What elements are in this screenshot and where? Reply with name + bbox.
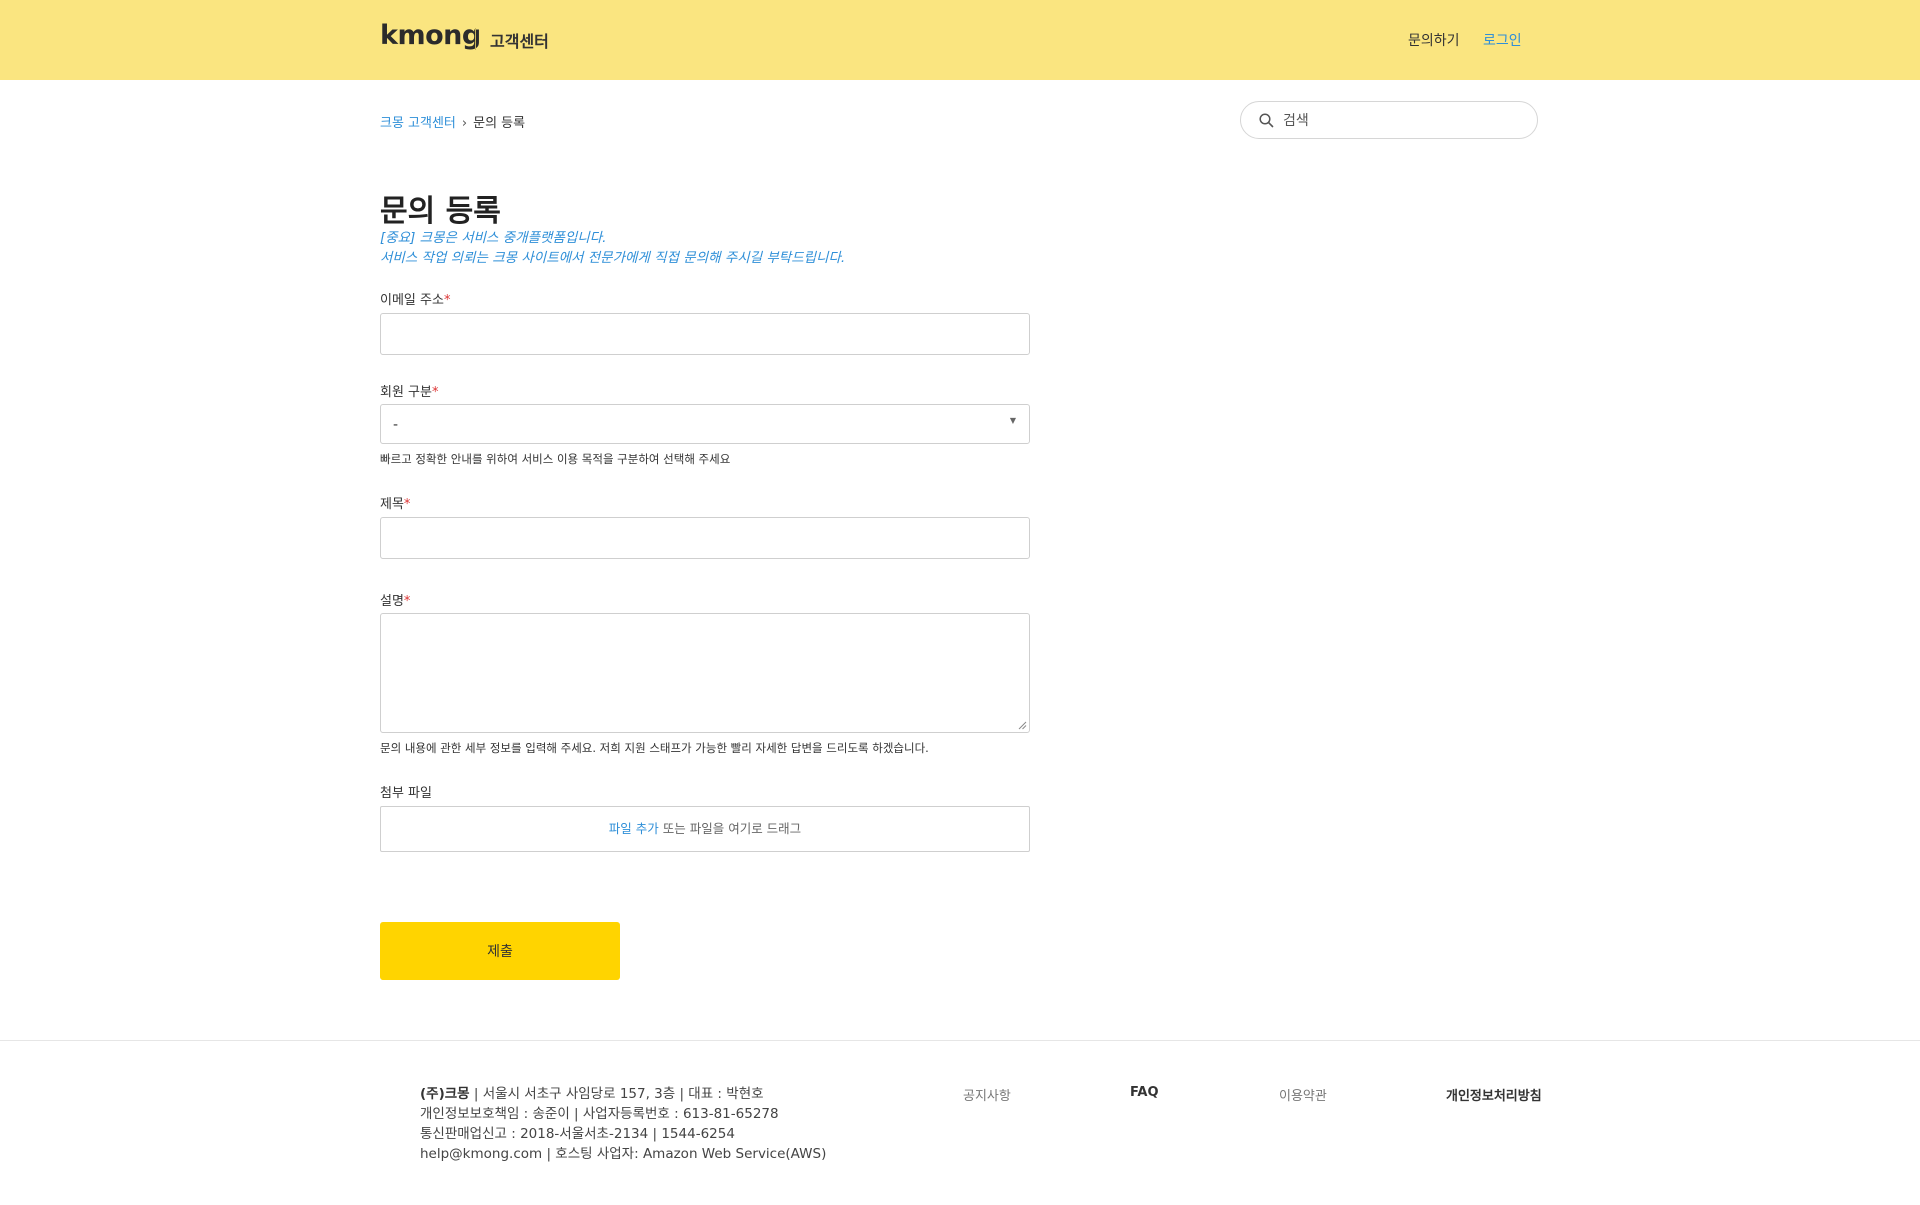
page-title: 문의 등록 xyxy=(380,194,501,229)
search-icon xyxy=(1259,113,1274,128)
footer-line-1: (주)크몽 | 서울시 서초구 사임당로 157, 3층 | 대표 : 박현호 xyxy=(420,1084,826,1104)
submit-button[interactable]: 제출 xyxy=(380,922,620,980)
chevron-right-icon: › xyxy=(461,116,468,131)
footer-line-1-rest: | 서울시 서초구 사임당로 157, 3층 | 대표 : 박현호 xyxy=(469,1086,764,1102)
required-mark: * xyxy=(443,293,451,308)
nav-login-link[interactable]: 로그인 xyxy=(1483,30,1522,50)
member-type-label-text: 회원 구분 xyxy=(380,385,432,400)
subject-label-text: 제목 xyxy=(380,497,404,512)
description-hint: 문의 내용에 관한 세부 정보를 입력해 주세요. 저희 지원 스태프가 가능한… xyxy=(380,741,929,755)
member-type-label: 회원 구분* xyxy=(380,381,438,400)
email-label: 이메일 주소* xyxy=(380,289,450,308)
nav-inquiry-link[interactable]: 문의하기 xyxy=(1408,30,1460,50)
email-label-text: 이메일 주소 xyxy=(380,293,444,308)
notice-line-1: [중요] 크몽은 서비스 중개플랫폼입니다. xyxy=(380,230,607,246)
breadcrumb-current: 문의 등록 xyxy=(473,116,526,131)
member-type-selected-value: - xyxy=(393,417,399,433)
footer-link-privacy[interactable]: 개인정보처리방침 xyxy=(1446,1085,1542,1104)
description-label-text: 설명 xyxy=(380,594,404,609)
add-file-link[interactable]: 파일 추가 xyxy=(609,821,659,836)
file-dropzone[interactable]: 파일 추가 또는 파일을 여기로 드래그 xyxy=(380,806,1030,852)
search-box[interactable] xyxy=(1240,101,1538,139)
footer-line-3: 통신판매업신고 : 2018-서울서초-2134 | 1544-6254 xyxy=(420,1126,735,1142)
footer-company-info: (주)크몽 | 서울시 서초구 사임당로 157, 3층 | 대표 : 박현호 … xyxy=(420,1084,826,1164)
footer-link-terms[interactable]: 이용약관 xyxy=(1279,1085,1327,1104)
notice-line-2: 서비스 작업 의뢰는 크몽 사이트에서 전문가에게 직접 문의해 주시길 부탁드… xyxy=(380,250,846,266)
footer-divider xyxy=(0,1040,1920,1041)
caret-down-icon: ▼ xyxy=(1009,416,1016,425)
dropzone-text: 또는 파일을 여기로 드래그 xyxy=(658,821,802,836)
required-mark: * xyxy=(403,594,411,609)
footer-link-faq[interactable]: FAQ xyxy=(1130,1085,1159,1100)
company-name: (주)크몽 xyxy=(420,1086,470,1102)
member-type-hint: 빠르고 정확한 안내를 위하여 서비스 이용 목적을 구분하여 선택해 주세요 xyxy=(380,452,731,466)
logo-divider xyxy=(475,28,476,50)
breadcrumb-home-link[interactable]: 크몽 고객센터 xyxy=(380,116,456,131)
subject-field[interactable] xyxy=(380,517,1030,559)
required-mark: * xyxy=(403,497,411,512)
member-type-select[interactable]: - ▼ xyxy=(380,404,1030,444)
footer-line-2: 개인정보보호책임 : 송준이 | 사업자등록번호 : 613-81-65278 xyxy=(420,1106,779,1122)
header-subtitle[interactable]: 고객센터 xyxy=(490,28,549,52)
footer-link-notice[interactable]: 공지사항 xyxy=(963,1085,1011,1104)
site-header: kmong 고객센터 문의하기 로그인 xyxy=(0,0,1920,80)
important-notice: [중요] 크몽은 서비스 중개플랫폼입니다. 서비스 작업 의뢰는 크몽 사이트… xyxy=(380,228,845,268)
email-field[interactable] xyxy=(380,313,1030,355)
description-textarea[interactable] xyxy=(380,613,1030,733)
resize-handle-icon[interactable] xyxy=(1018,721,1027,730)
attachment-label: 첨부 파일 xyxy=(380,786,432,801)
search-input[interactable] xyxy=(1281,109,1525,133)
required-mark: * xyxy=(431,385,439,400)
breadcrumb: 크몽 고객센터 › 문의 등록 xyxy=(380,112,525,131)
kmong-logo[interactable]: kmong xyxy=(380,20,481,51)
description-label: 설명* xyxy=(380,590,410,609)
subject-label: 제목* xyxy=(380,493,410,512)
footer-line-4: help@kmong.com | 호스팅 사업자: Amazon Web Ser… xyxy=(420,1146,827,1162)
